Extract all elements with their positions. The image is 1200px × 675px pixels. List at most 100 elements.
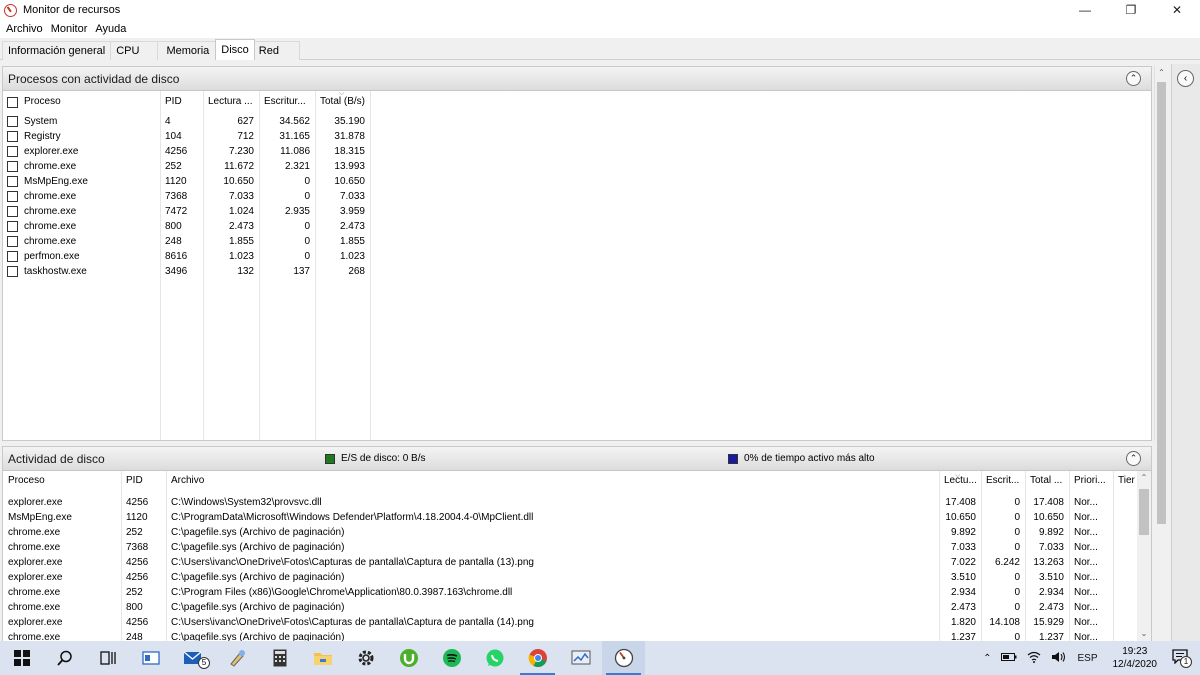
tab-disco[interactable]: Disco <box>215 39 255 60</box>
table-row[interactable]: taskhostw.exe 3496 132 137 268 <box>3 264 370 279</box>
activity-process: chrome.exe <box>8 602 61 613</box>
tab-informacion-general[interactable]: Información general <box>2 41 112 60</box>
col-escritura[interactable]: Escritur... <box>259 94 306 109</box>
process-name: System <box>24 116 58 127</box>
table-row[interactable]: chrome.exe 252 11.672 2.321 13.993 <box>3 159 370 174</box>
taskbar-mail[interactable]: 5 <box>172 641 215 675</box>
act-col-tier[interactable]: Tier <box>1113 475 1135 486</box>
act-col-archivo[interactable]: Archivo <box>166 475 204 486</box>
tab-bar: Información general CPU Memoria Disco Re… <box>0 39 300 60</box>
search-button[interactable] <box>43 641 86 675</box>
table-row[interactable]: chrome.exe 800 2.473 0 2.473 <box>3 219 370 234</box>
taskbar-utorrent[interactable] <box>387 641 430 675</box>
process-checkbox[interactable] <box>7 146 18 157</box>
processes-table-header: Proceso PID Lectura ... Escritur... ⌵ To… <box>3 90 370 111</box>
taskbar-settings[interactable] <box>344 641 387 675</box>
table-row[interactable]: chrome.exe 7368 C:\pagefile.sys (Archivo d… <box>3 540 1113 555</box>
task-view-button[interactable] <box>86 641 129 675</box>
taskbar-whatsapp[interactable] <box>473 641 516 675</box>
process-checkbox[interactable] <box>7 161 18 172</box>
process-checkbox[interactable] <box>7 236 18 247</box>
col-lectura[interactable]: Lectura ... <box>203 94 252 109</box>
search-icon <box>56 650 72 666</box>
windows-logo-icon <box>13 650 30 666</box>
process-checkbox[interactable] <box>7 221 18 232</box>
table-row[interactable]: explorer.exe 4256 C:\Users\ivanc\OneDrive\… <box>3 555 1113 570</box>
process-checkbox[interactable] <box>7 251 18 262</box>
table-row[interactable]: chrome.exe 248 1.855 0 1.855 <box>3 234 370 249</box>
activity-process: MsMpEng.exe <box>8 512 72 523</box>
table-row[interactable]: MsMpEng.exe 1120 10.650 0 10.650 <box>3 174 370 189</box>
process-checkbox[interactable] <box>7 206 18 217</box>
table-row[interactable]: explorer.exe 4256 C:\Users\ivanc\OneDrive\… <box>3 615 1113 630</box>
process-checkbox[interactable] <box>7 191 18 202</box>
act-col-escritura[interactable]: Escrit... <box>981 475 1019 486</box>
tab-red[interactable]: Red <box>253 41 300 60</box>
process-total: 35.190 <box>334 116 365 127</box>
act-col-total[interactable]: Total ... <box>1025 475 1062 486</box>
notifications-button[interactable]: 1 <box>1167 649 1200 668</box>
tab-memoria[interactable]: Memoria <box>157 41 217 60</box>
process-total: 268 <box>348 266 365 277</box>
taskbar-calculator[interactable] <box>258 641 301 675</box>
active-time-indicator: 0% de tiempo activo más alto <box>728 453 875 464</box>
taskbar-resource-monitor[interactable] <box>602 641 645 675</box>
act-col-pid[interactable]: PID <box>121 475 143 486</box>
taskbar-spotify[interactable] <box>430 641 473 675</box>
activity-pid: 4256 <box>126 497 149 508</box>
menu-archivo[interactable]: Archivo <box>2 23 47 35</box>
input-language[interactable]: ESP <box>1072 653 1102 664</box>
process-total: 13.993 <box>334 161 365 172</box>
table-row[interactable]: System 4 627 34.562 35.190 <box>3 114 370 129</box>
battery-icon[interactable] <box>996 652 1022 665</box>
start-button[interactable] <box>0 641 43 675</box>
table-row[interactable]: explorer.exe 4256 C:\Windows\System32\prov… <box>3 495 1113 510</box>
disk-activity-scrollbar[interactable]: ⌃ ⌄ <box>1137 471 1151 641</box>
table-row[interactable]: chrome.exe 252 C:\Program Files (x86)\Goog… <box>3 585 1113 600</box>
table-row[interactable]: perfmon.exe 8616 1.023 0 1.023 <box>3 249 370 264</box>
close-button[interactable]: ✕ <box>1154 0 1200 20</box>
process-checkbox[interactable] <box>7 176 18 187</box>
col-proceso[interactable]: Proceso <box>22 94 61 109</box>
activity-file: C:\pagefile.sys (Archivo de paginación) <box>171 602 345 613</box>
select-all-checkbox[interactable] <box>7 96 18 108</box>
table-row[interactable]: chrome.exe 252 C:\pagefile.sys (Archivo de… <box>3 525 1113 540</box>
taskbar-chrome[interactable] <box>516 641 559 675</box>
minimize-button[interactable]: — <box>1062 0 1108 20</box>
activity-priority: Nor... <box>1074 602 1098 613</box>
volume-icon[interactable] <box>1046 651 1072 666</box>
taskbar-file-explorer[interactable] <box>301 641 344 675</box>
collapse-processes-button[interactable]: ⌃ <box>1126 71 1141 86</box>
process-checkbox[interactable] <box>7 116 18 127</box>
collapse-disk-activity-button[interactable]: ⌃ <box>1126 451 1141 466</box>
clock[interactable]: 19:23 12/4/2020 <box>1103 645 1168 671</box>
table-row[interactable]: Registry 104 712 31.165 31.878 <box>3 129 370 144</box>
col-pid[interactable]: PID <box>160 94 182 109</box>
expand-charts-button[interactable]: ‹ <box>1177 70 1194 87</box>
table-row[interactable]: chrome.exe 7368 7.033 0 7.033 <box>3 189 370 204</box>
act-col-prioridad[interactable]: Priori... <box>1069 475 1106 486</box>
processes-panel-header[interactable]: Procesos con actividad de disco ⌃ <box>3 67 1151 91</box>
disk-activity-panel-header[interactable]: Actividad de disco E/S de disco: 0 B/s 0… <box>3 447 1151 471</box>
table-row[interactable]: MsMpEng.exe 1120 C:\ProgramData\Microsoft\… <box>3 510 1113 525</box>
taskbar-perfmon[interactable] <box>559 641 602 675</box>
process-checkbox[interactable] <box>7 131 18 142</box>
taskbar-app-window[interactable] <box>129 641 172 675</box>
process-name: explorer.exe <box>24 146 79 157</box>
process-checkbox[interactable] <box>7 266 18 277</box>
performance-monitor-icon <box>571 650 590 665</box>
table-row[interactable]: explorer.exe 4256 7.230 11.086 18.315 <box>3 144 370 159</box>
menu-ayuda[interactable]: Ayuda <box>91 23 130 35</box>
main-scrollbar[interactable]: ⌃ <box>1154 66 1168 524</box>
menu-monitor[interactable]: Monitor <box>47 23 92 35</box>
wifi-icon[interactable] <box>1022 651 1046 666</box>
act-col-proceso[interactable]: Proceso <box>3 475 45 486</box>
activity-file: C:\Windows\System32\provsvc.dll <box>171 497 322 508</box>
table-row[interactable]: chrome.exe 7472 1.024 2.935 3.959 <box>3 204 370 219</box>
table-row[interactable]: explorer.exe 4256 C:\pagefile.sys (Archivo… <box>3 570 1113 585</box>
show-hidden-icons-icon[interactable]: ⌃ <box>978 653 996 664</box>
taskbar-paint[interactable] <box>215 641 258 675</box>
restore-button[interactable]: ❐ <box>1108 0 1154 20</box>
table-row[interactable]: chrome.exe 800 C:\pagefile.sys (Archivo de… <box>3 600 1113 615</box>
tab-cpu[interactable]: CPU <box>110 41 159 60</box>
